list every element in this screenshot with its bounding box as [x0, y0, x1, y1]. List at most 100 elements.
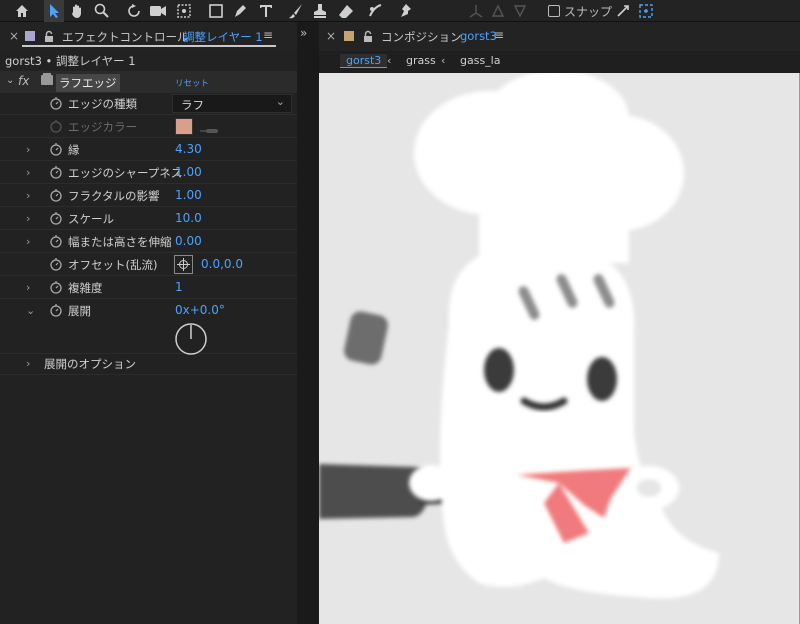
- snap-target-icon[interactable]: [636, 0, 656, 22]
- panel-menu-icon[interactable]: ≡: [263, 28, 273, 42]
- subtab-grass[interactable]: grass: [406, 54, 436, 67]
- rotate-icon[interactable]: [124, 0, 144, 22]
- angle-dial[interactable]: [174, 322, 208, 356]
- property-value[interactable]: 1: [175, 280, 183, 294]
- chevron-left-icon: ‹: [387, 54, 392, 67]
- stopwatch-icon[interactable]: [49, 142, 63, 156]
- effect-name[interactable]: ラフエッジ: [56, 74, 120, 92]
- reset-link[interactable]: リセット: [175, 77, 209, 89]
- chevron-right-icon[interactable]: ›: [26, 166, 30, 179]
- lock-icon[interactable]: [363, 28, 373, 47]
- edge-type-selected: ラフ: [181, 98, 204, 112]
- chevron-right-icon[interactable]: ›: [26, 212, 30, 225]
- subtab-gass-la[interactable]: gass_la: [460, 54, 500, 67]
- chevron-right-icon[interactable]: ›: [26, 189, 30, 202]
- view-axis-icon: [510, 0, 530, 22]
- roto-brush-icon[interactable]: [366, 0, 386, 22]
- chevron-down-icon[interactable]: ⌄: [26, 304, 35, 317]
- composition-viewer[interactable]: [319, 73, 800, 624]
- rectangle-icon[interactable]: [206, 0, 226, 22]
- snap-expand-icon[interactable]: [613, 0, 633, 22]
- property-value[interactable]: 1.00: [175, 165, 202, 179]
- selection-arrow-icon[interactable]: [44, 0, 64, 22]
- property-row: › 展開のオプション: [0, 353, 297, 375]
- chevron-right-icon[interactable]: ›: [26, 235, 30, 248]
- stopwatch-icon[interactable]: [49, 188, 63, 202]
- property-label: オフセット(乱流): [68, 258, 158, 272]
- fx-toggle-icon[interactable]: fx: [18, 74, 29, 88]
- stopwatch-icon[interactable]: [49, 234, 63, 248]
- brush-icon[interactable]: [286, 0, 306, 22]
- effect-controls-tab-label[interactable]: エフェクトコントロール: [62, 29, 189, 45]
- close-panel-icon[interactable]: ×: [9, 29, 19, 43]
- hand-icon[interactable]: [67, 0, 87, 22]
- edge-type-dropdown[interactable]: ラフ ⌄: [172, 94, 292, 113]
- property-label: スケール: [68, 212, 114, 226]
- snap-checkbox[interactable]: [548, 5, 560, 17]
- effect-preset-icon: [40, 71, 54, 90]
- property-value[interactable]: 4.30: [175, 142, 202, 156]
- effect-controls-tabbar: × エフェクトコントロール 調整レイヤー 1 ≡: [0, 22, 297, 50]
- zoom-icon[interactable]: [92, 0, 112, 22]
- subtab-gorst3[interactable]: gorst3: [340, 54, 388, 68]
- stopwatch-icon[interactable]: [49, 257, 63, 271]
- stopwatch-icon[interactable]: [49, 96, 63, 110]
- double-chevron-right-icon[interactable]: »: [300, 26, 307, 40]
- property-row: › エッジのシャープネス 1.00: [0, 162, 297, 184]
- composition-tab-name[interactable]: gorst3: [460, 29, 497, 43]
- eraser-icon[interactable]: [336, 0, 356, 22]
- property-label: 複雑度: [68, 281, 103, 295]
- panel-divider: »: [297, 22, 319, 624]
- orbit-axis-icon: [466, 0, 486, 22]
- composition-tab-label[interactable]: コンポジション: [381, 29, 462, 45]
- chevron-left-icon: ‹: [441, 54, 446, 67]
- camera-icon[interactable]: [148, 0, 168, 22]
- property-label: 展開: [68, 304, 91, 318]
- property-row: › 複雑度 1: [0, 277, 297, 299]
- property-value[interactable]: 0x+0.0°: [175, 303, 225, 317]
- effect-controls-tab-layer[interactable]: 調整レイヤー 1: [183, 29, 263, 45]
- world-axis-icon: [488, 0, 508, 22]
- chevron-right-icon[interactable]: ›: [26, 281, 30, 294]
- snap-toggle[interactable]: スナップ: [548, 2, 612, 20]
- property-row: › 縁 4.30: [0, 139, 297, 161]
- crosshair-point-icon[interactable]: [174, 255, 193, 274]
- stopwatch-icon: [50, 120, 62, 133]
- close-panel-icon[interactable]: ×: [326, 29, 336, 43]
- type-icon[interactable]: [256, 0, 276, 22]
- active-tab-underline: [22, 45, 276, 47]
- composition-panel: × コンポジション gorst3 ≡ gorst3 ‹ grass ‹ gass…: [319, 22, 800, 624]
- property-label: エッジの種類: [68, 97, 137, 111]
- property-row: ⌄ 展開 0x+0.0°: [0, 300, 297, 356]
- property-value[interactable]: 1.00: [175, 188, 202, 202]
- chevron-right-icon[interactable]: ›: [26, 143, 30, 156]
- effect-collapse-chevron-icon[interactable]: ⌄: [6, 75, 14, 86]
- label-color-icon: [344, 31, 354, 41]
- stopwatch-icon[interactable]: [49, 303, 63, 317]
- effect-header-row[interactable]: ⌄ fx ラフエッジ リセット: [0, 71, 297, 93]
- panel-menu-icon[interactable]: ≡: [494, 28, 504, 42]
- property-label: エッジカラー: [68, 120, 137, 134]
- property-label: 展開のオプション: [44, 357, 136, 371]
- property-value[interactable]: 0.0,0.0: [201, 257, 243, 271]
- eyedropper-icon[interactable]: [200, 121, 220, 140]
- pan-behind-icon[interactable]: [174, 0, 194, 22]
- composition-navigator: gorst3 ‹ grass ‹ gass_la: [319, 51, 800, 73]
- ghost-chef-artwork: [319, 73, 800, 624]
- stopwatch-icon[interactable]: [49, 280, 63, 294]
- property-label: 縁: [68, 143, 80, 157]
- property-value[interactable]: 10.0: [175, 211, 202, 225]
- composition-tabbar: × コンポジション gorst3 ≡: [319, 22, 800, 50]
- chevron-right-icon[interactable]: ›: [26, 357, 30, 370]
- clone-stamp-icon[interactable]: [310, 0, 330, 22]
- stopwatch-icon[interactable]: [49, 211, 63, 225]
- puppet-pin-icon[interactable]: [396, 0, 416, 22]
- edge-color-swatch[interactable]: [175, 118, 193, 135]
- property-value[interactable]: 0.00: [175, 234, 202, 248]
- stopwatch-icon[interactable]: [49, 165, 63, 179]
- property-label: 幅または高さを伸縮: [68, 235, 172, 249]
- label-color-icon: [25, 31, 35, 41]
- home-icon[interactable]: [12, 0, 32, 22]
- property-row-edge-color: エッジカラー: [0, 116, 297, 138]
- pen-icon[interactable]: [230, 0, 250, 22]
